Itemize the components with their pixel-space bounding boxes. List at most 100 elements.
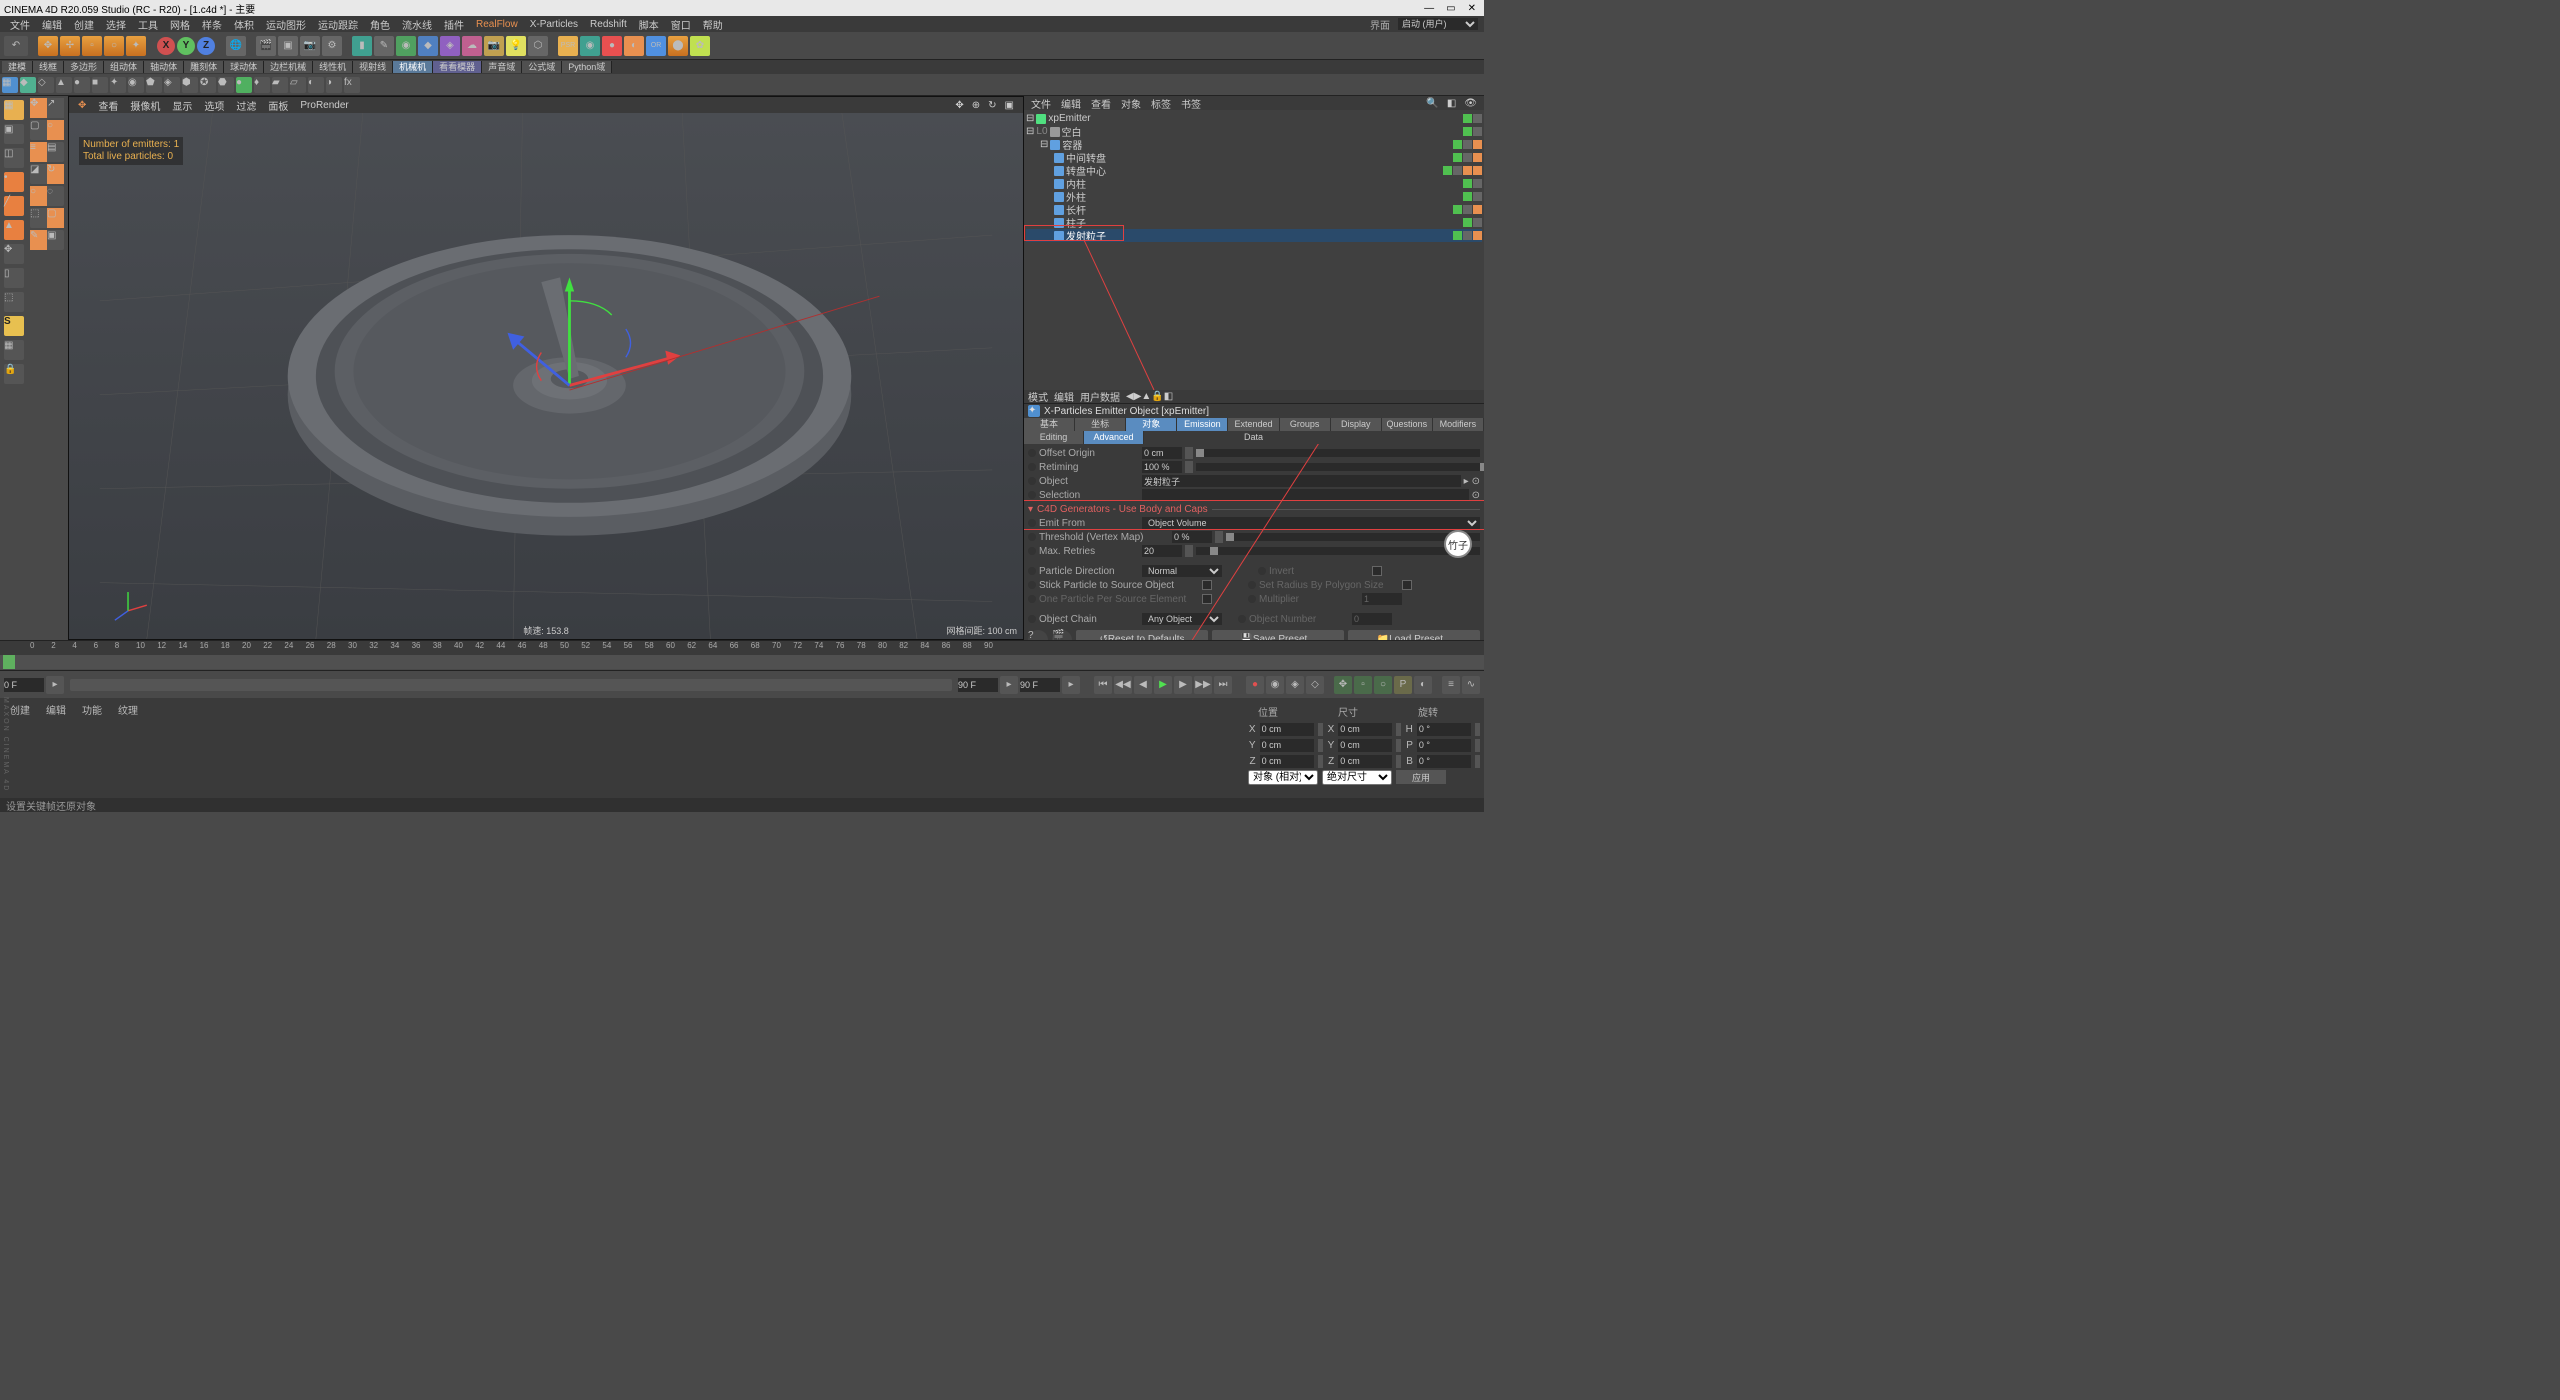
vp-menu-options[interactable]: 选项 [201,98,227,113]
menu-tools[interactable]: 工具 [134,17,162,32]
strip-icon[interactable]: ✦ [110,77,126,93]
key-icon[interactable]: ◈ [1286,676,1304,694]
next-frame-icon[interactable]: ▶ [1174,676,1192,694]
menu-plugins[interactable]: 插件 [440,17,468,32]
layout-dropdown[interactable]: 启动 (用户) [1398,18,1478,30]
menu-realflow[interactable]: RealFlow [472,19,522,30]
coord-space-dropdown[interactable]: 对象 (相对) [1248,770,1318,785]
rot-b[interactable] [1417,755,1471,768]
xp-icon1[interactable]: ◉ [580,36,600,56]
tab-7[interactable]: 球动体 [224,61,264,73]
menu-script[interactable]: 脚本 [635,17,663,32]
tab-modifiers[interactable]: Modifiers [1433,418,1484,431]
om-object[interactable]: 对象 [1118,96,1144,111]
play-icon[interactable]: ▶ [1154,676,1172,694]
strip-icon[interactable]: ● [236,77,252,93]
xp-icon2[interactable]: ● [602,36,622,56]
mat-tab-tex[interactable]: 纹理 [112,702,144,717]
strip-icon[interactable]: ◇ [38,77,54,93]
lt2-icon[interactable]: ◪↻ [30,164,64,184]
scale-key-icon[interactable]: ▫ [1354,676,1372,694]
rot-p[interactable] [1417,739,1471,752]
direction-dropdown[interactable]: Normal [1142,565,1222,577]
tab-9[interactable]: 线性机 [313,61,353,73]
tree-item[interactable]: 长杆 [1026,203,1482,216]
object-tree[interactable]: ⊟xpEmitter ⊟L0空白 ⊟容器 中间转盘 转盘中心 内柱 外柱 长杆 … [1024,110,1484,390]
goto-end-icon[interactable]: ⏭ [1214,676,1232,694]
stick-checkbox[interactable] [1202,580,1212,590]
lt2-icon[interactable]: ✥↗ [30,98,64,118]
vp-menu-panel[interactable]: 面板 [265,98,291,113]
strip-icon[interactable]: ♦ [254,77,270,93]
next-key-icon[interactable]: ▶▶ [1194,676,1212,694]
vp-nav-zoom-icon[interactable]: ⊕ [969,100,983,111]
link-picker-icon[interactable]: ▸ [1464,476,1469,487]
environment-icon[interactable]: ☁ [462,36,482,56]
menu-select[interactable]: 选择 [102,17,130,32]
film-icon[interactable]: 🎬 [1052,630,1072,640]
size-z[interactable] [1338,755,1392,768]
attr-new-icon[interactable]: ◧ [1164,391,1173,402]
pos-x[interactable] [1260,723,1314,736]
tree-item-selected[interactable]: 发射粒子 [1026,229,1482,242]
xp-icon5[interactable]: ✿ [690,36,710,56]
attr-mode[interactable]: 模式 [1028,390,1048,404]
menu-tracker[interactable]: 运动跟踪 [314,17,362,32]
strip-icon[interactable]: ⬣ [218,77,234,93]
workplane-icon[interactable]: ▦ [4,340,24,360]
fcurve-icon[interactable]: ∿ [1462,676,1480,694]
or-icon[interactable]: OR [646,36,666,56]
tab-5[interactable]: 轴动体 [144,61,184,73]
threshold-input[interactable] [1172,531,1212,543]
selection-link[interactable] [1142,489,1469,501]
render-settings-icon[interactable]: ⚙ [322,36,342,56]
vp-menu-view[interactable]: 查看 [95,98,121,113]
attr-body[interactable]: Offset Origin Retiming Object▸⊙ Selectio… [1024,444,1484,640]
coord-size-dropdown[interactable]: 绝对尺寸 [1322,770,1392,785]
reset-button[interactable]: ↺ Reset to Defaults [1076,630,1208,640]
tag-icon[interactable]: ⬡ [528,36,548,56]
vp-nav-pan-icon[interactable]: ✥ [952,100,966,111]
attr-edit[interactable]: 编辑 [1054,390,1074,404]
record-icon[interactable]: ● [1246,676,1264,694]
strip-icon[interactable]: ● [74,77,90,93]
strip-icon[interactable]: ◉ [128,77,144,93]
tab-object[interactable]: 对象 [1126,418,1177,431]
attr-up-icon[interactable]: ▲ [1141,391,1151,402]
tab-groups[interactable]: Groups [1280,418,1331,431]
tab-10[interactable]: 视射线 [353,61,393,73]
tab-11[interactable]: 机械机 [393,61,433,73]
render-pv-icon[interactable]: 📷 [300,36,320,56]
spin-icon[interactable]: ▸ [46,676,64,694]
apply-button[interactable]: 应用 [1396,770,1446,784]
lock-z[interactable]: Z [197,37,215,55]
lt2-icon[interactable]: ≡▤ [30,142,64,162]
om-bookmarks[interactable]: 书签 [1178,96,1204,111]
tab-model[interactable]: 建模 [2,61,33,73]
vp-nav-max-icon[interactable]: ▣ [1002,100,1017,111]
invert-checkbox[interactable] [1372,566,1382,576]
strip-icon[interactable]: ◑ [326,77,342,93]
tab-questions[interactable]: Questions [1382,418,1433,431]
last-tool-icon[interactable]: ✦ [126,36,146,56]
maximize-icon[interactable]: ▭ [1446,3,1455,14]
spline-pen-icon[interactable]: ✎ [374,36,394,56]
minimize-icon[interactable]: — [1424,3,1434,14]
menu-mograph[interactable]: 运动图形 [262,17,310,32]
strip-icon[interactable]: ▦ [2,77,18,93]
camera-icon[interactable]: 📷 [484,36,504,56]
rot-key-icon[interactable]: ○ [1374,676,1392,694]
xp-icon3[interactable]: ◐ [624,36,644,56]
cube-primitive-icon[interactable]: ▮ [352,36,372,56]
link-clear-icon[interactable]: ⊙ [1472,490,1480,501]
rot-h[interactable] [1417,723,1471,736]
autokey-icon[interactable]: ◉ [1266,676,1284,694]
tab-12[interactable]: 看看模器 [433,61,482,73]
menu-window[interactable]: 窗口 [667,17,695,32]
slider[interactable] [1196,463,1480,471]
tab-15[interactable]: Python域 [562,61,612,73]
tab-advanced[interactable]: Advanced [1084,431,1144,444]
menu-volume[interactable]: 体积 [230,17,258,32]
load-preset-button[interactable]: 📁 Load Preset... [1348,630,1480,640]
slider[interactable] [1196,449,1480,457]
